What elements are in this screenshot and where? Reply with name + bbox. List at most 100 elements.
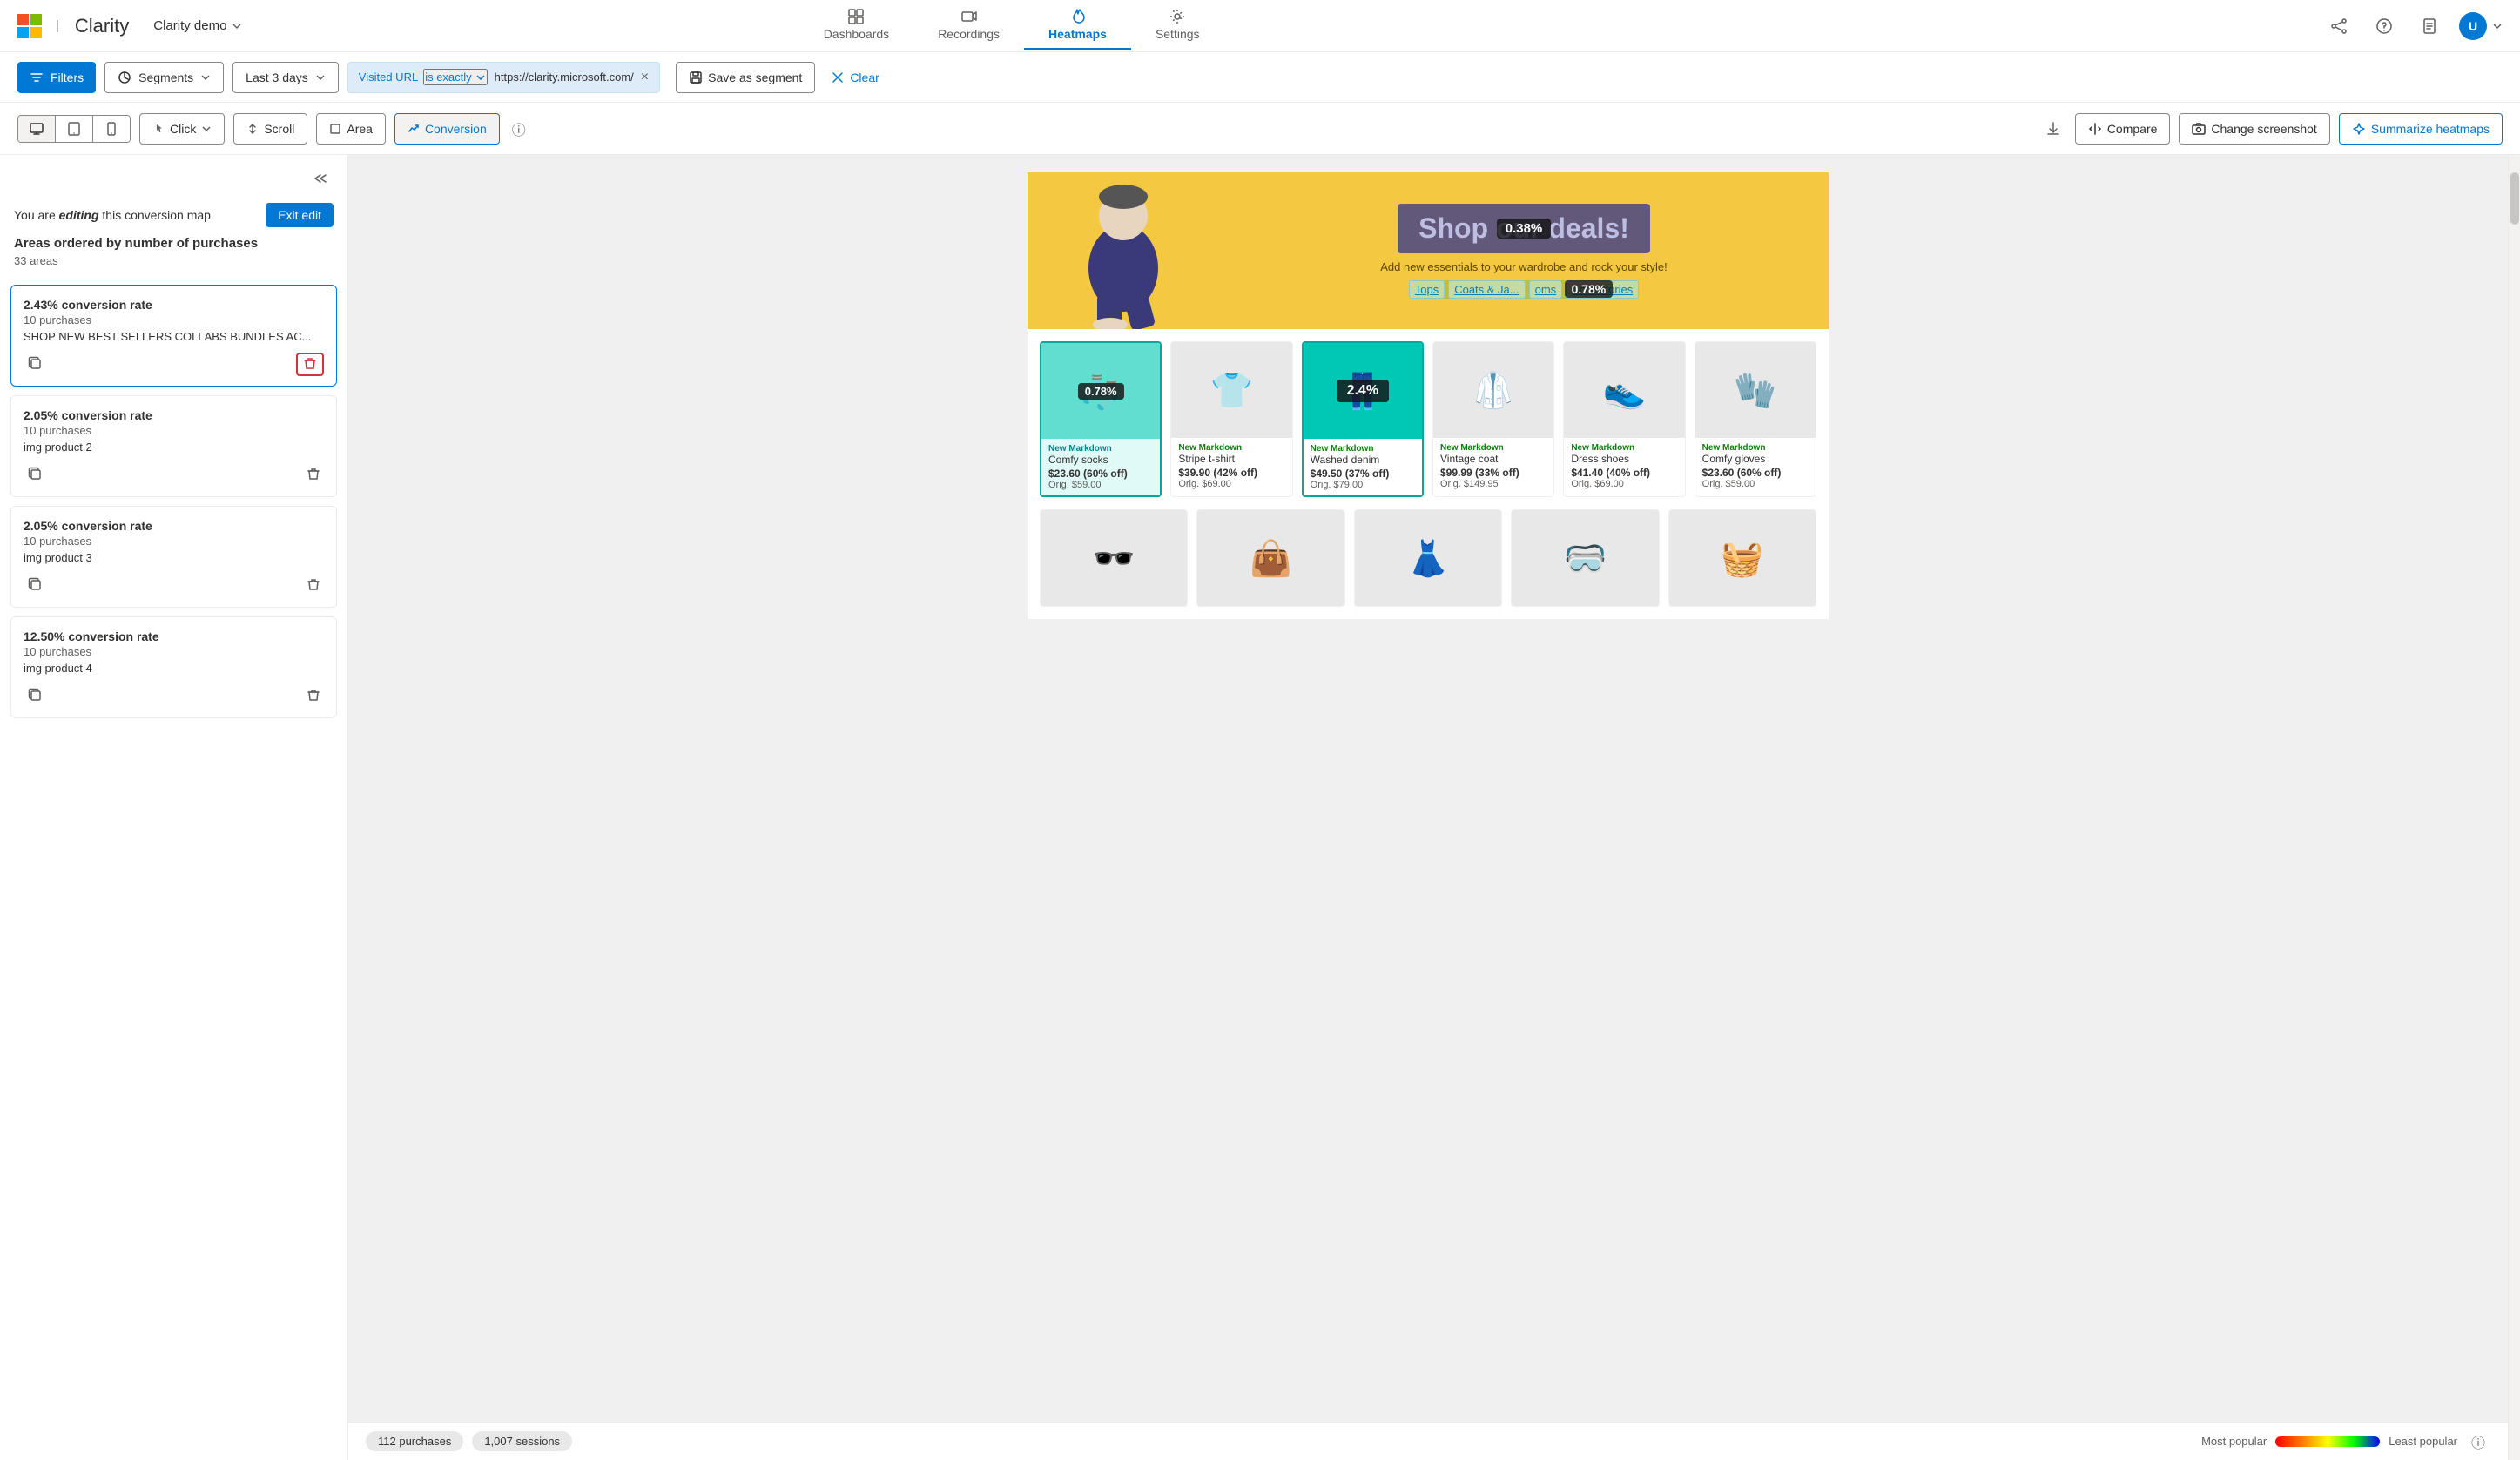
product-emoji: 🥼 bbox=[1472, 370, 1515, 411]
nav-item-recordings[interactable]: Recordings bbox=[913, 1, 1024, 50]
heatmap-overlay-nav: 0.78% bbox=[1409, 280, 1640, 299]
download-button[interactable] bbox=[2040, 116, 2066, 142]
product-image: 👗 bbox=[1355, 510, 1501, 606]
content-area: 0.38% Shop our deals! Add new essentials… bbox=[348, 155, 2508, 1460]
overlay-headline-pct: 0.38% bbox=[1497, 219, 1552, 239]
segments-button[interactable]: Segments bbox=[104, 62, 224, 93]
list-item[interactable]: 👜 bbox=[1196, 509, 1344, 607]
view-tablet-button[interactable] bbox=[56, 116, 93, 142]
save-icon bbox=[689, 71, 703, 84]
chevron-down-icon bbox=[232, 21, 242, 31]
heatmap-overlay-denim: 2.4% bbox=[1304, 343, 1422, 439]
product-price: $49.50 (37% off) bbox=[1311, 468, 1415, 480]
list-item[interactable]: 🥼 New Markdown Vintage coat $99.99 (33% … bbox=[1432, 341, 1554, 497]
share-icon bbox=[2330, 17, 2348, 35]
purchases-pill: 112 purchases bbox=[366, 1431, 463, 1451]
list-item[interactable]: 🧤 New Markdown Comfy gloves $23.60 (60% … bbox=[1695, 341, 1816, 497]
editing-text: You are editing this conversion map bbox=[14, 208, 211, 222]
product-name: Comfy socks bbox=[1048, 454, 1153, 466]
filter-close-button[interactable]: × bbox=[634, 66, 656, 89]
area-copy-button[interactable] bbox=[24, 573, 46, 598]
legend-info-button[interactable]: ⓘ bbox=[2466, 1430, 2490, 1454]
exit-edit-button[interactable]: Exit edit bbox=[266, 203, 334, 227]
list-item[interactable]: 👗 bbox=[1354, 509, 1502, 607]
product-badge: New Markdown bbox=[1178, 443, 1284, 453]
heatmap-overlay-socks: 0.78% bbox=[1041, 343, 1160, 439]
product-badge: New Markdown bbox=[1571, 443, 1677, 453]
product-emoji: 🥽 bbox=[1563, 538, 1607, 579]
nav-item-heatmaps[interactable]: Heatmaps bbox=[1024, 1, 1131, 50]
change-screenshot-button[interactable]: Change screenshot bbox=[2179, 113, 2329, 145]
document-icon bbox=[2421, 17, 2438, 35]
legend-most-label: Most popular bbox=[2201, 1435, 2267, 1448]
filter-icon bbox=[30, 71, 44, 84]
help-icon-btn[interactable] bbox=[2368, 10, 2400, 42]
area-copy-button[interactable] bbox=[24, 352, 46, 377]
nav-item-heatmaps-label: Heatmaps bbox=[1048, 27, 1107, 41]
view-desktop-button[interactable] bbox=[18, 116, 56, 142]
trash-icon bbox=[307, 467, 320, 481]
view-mobile-button[interactable] bbox=[93, 116, 130, 142]
product-orig-price: Orig. $79.00 bbox=[1311, 480, 1415, 490]
area-purchases: 10 purchases bbox=[24, 645, 324, 658]
chevron-down-icon bbox=[315, 72, 326, 83]
date-range-button[interactable]: Last 3 days bbox=[232, 62, 339, 93]
area-delete-button[interactable] bbox=[303, 684, 324, 708]
list-item[interactable]: 👟 New Markdown Dress shoes $41.40 (40% o… bbox=[1563, 341, 1685, 497]
product-badge: New Markdown bbox=[1440, 443, 1546, 453]
chevron-down-icon bbox=[2492, 21, 2503, 31]
share-icon-btn[interactable] bbox=[2323, 10, 2355, 42]
area-heatmap-button[interactable]: Area bbox=[316, 113, 386, 145]
conversion-icon bbox=[408, 123, 420, 135]
scrollbar[interactable] bbox=[2508, 155, 2520, 1460]
save-segment-button[interactable]: Save as segment bbox=[676, 62, 815, 93]
filter-operator-button[interactable]: is exactly bbox=[423, 69, 487, 85]
area-copy-button[interactable] bbox=[24, 462, 46, 488]
area-delete-button[interactable] bbox=[303, 574, 324, 597]
summarize-button[interactable]: Summarize heatmaps bbox=[2339, 113, 2503, 145]
scroll-heatmap-button[interactable]: Scroll bbox=[233, 113, 307, 145]
product-badge: New Markdown bbox=[1311, 444, 1415, 454]
area-name: img product 3 bbox=[24, 551, 324, 564]
compare-button[interactable]: Compare bbox=[2075, 113, 2171, 145]
list-item[interactable]: 👖 2.4% New Markdown Washed denim $49.50 … bbox=[1302, 341, 1424, 497]
area-purchases: 10 purchases bbox=[24, 535, 324, 548]
product-price: $23.60 (60% off) bbox=[1702, 467, 1809, 479]
collapse-sidebar-button[interactable] bbox=[311, 167, 334, 194]
area-delete-button[interactable] bbox=[296, 353, 324, 376]
filters-button[interactable]: Filters bbox=[17, 62, 96, 93]
chevron-down-icon bbox=[475, 72, 486, 83]
list-item[interactable]: 🥽 bbox=[1511, 509, 1659, 607]
product-image: 🧦 0.78% bbox=[1041, 343, 1160, 439]
nav-item-dashboards[interactable]: Dashboards bbox=[799, 1, 914, 50]
demo-selector[interactable]: Clarity demo bbox=[146, 15, 249, 37]
doc-icon-btn[interactable] bbox=[2414, 10, 2445, 42]
list-item[interactable]: 🧦 0.78% New Markdown Comfy socks $23.60 … bbox=[1040, 341, 1162, 497]
sidebar-areas-count: 33 areas bbox=[0, 254, 347, 278]
area-delete-button[interactable] bbox=[303, 463, 324, 487]
conversion-heatmap-button[interactable]: Conversion bbox=[394, 113, 500, 145]
heatmap-view: 0.38% Shop our deals! Add new essentials… bbox=[348, 155, 2508, 1422]
save-segment-label: Save as segment bbox=[708, 71, 802, 84]
area-copy-button[interactable] bbox=[24, 683, 46, 709]
nav-item-dashboards-label: Dashboards bbox=[824, 27, 890, 41]
list-item[interactable]: 🧺 bbox=[1668, 509, 1816, 607]
mobile-icon bbox=[104, 121, 119, 137]
list-item[interactable]: 👕 New Markdown Stripe t-shirt $39.90 (42… bbox=[1170, 341, 1292, 497]
scrollbar-thumb[interactable] bbox=[2510, 172, 2519, 225]
user-avatar-btn[interactable]: U bbox=[2459, 12, 2503, 40]
product-price: $99.99 (33% off) bbox=[1440, 467, 1546, 479]
nav-right: U bbox=[2323, 10, 2503, 42]
list-item[interactable]: 🕶️ bbox=[1040, 509, 1188, 607]
product-orig-price: Orig. $69.00 bbox=[1178, 479, 1284, 489]
nav-item-settings[interactable]: Settings bbox=[1131, 1, 1224, 50]
info-icon[interactable]: ⓘ bbox=[512, 118, 526, 139]
product-name: Washed denim bbox=[1311, 454, 1415, 466]
segments-icon bbox=[118, 71, 131, 84]
legend-gradient bbox=[2275, 1436, 2380, 1447]
click-heatmap-button[interactable]: Click bbox=[139, 113, 225, 145]
clear-button[interactable]: Clear bbox=[824, 65, 886, 90]
product-info: New Markdown Comfy socks $23.60 (60% off… bbox=[1041, 439, 1160, 495]
collapse-icon bbox=[314, 171, 330, 186]
toolbar-right: Compare Change screenshot Summarize heat… bbox=[2040, 113, 2503, 145]
